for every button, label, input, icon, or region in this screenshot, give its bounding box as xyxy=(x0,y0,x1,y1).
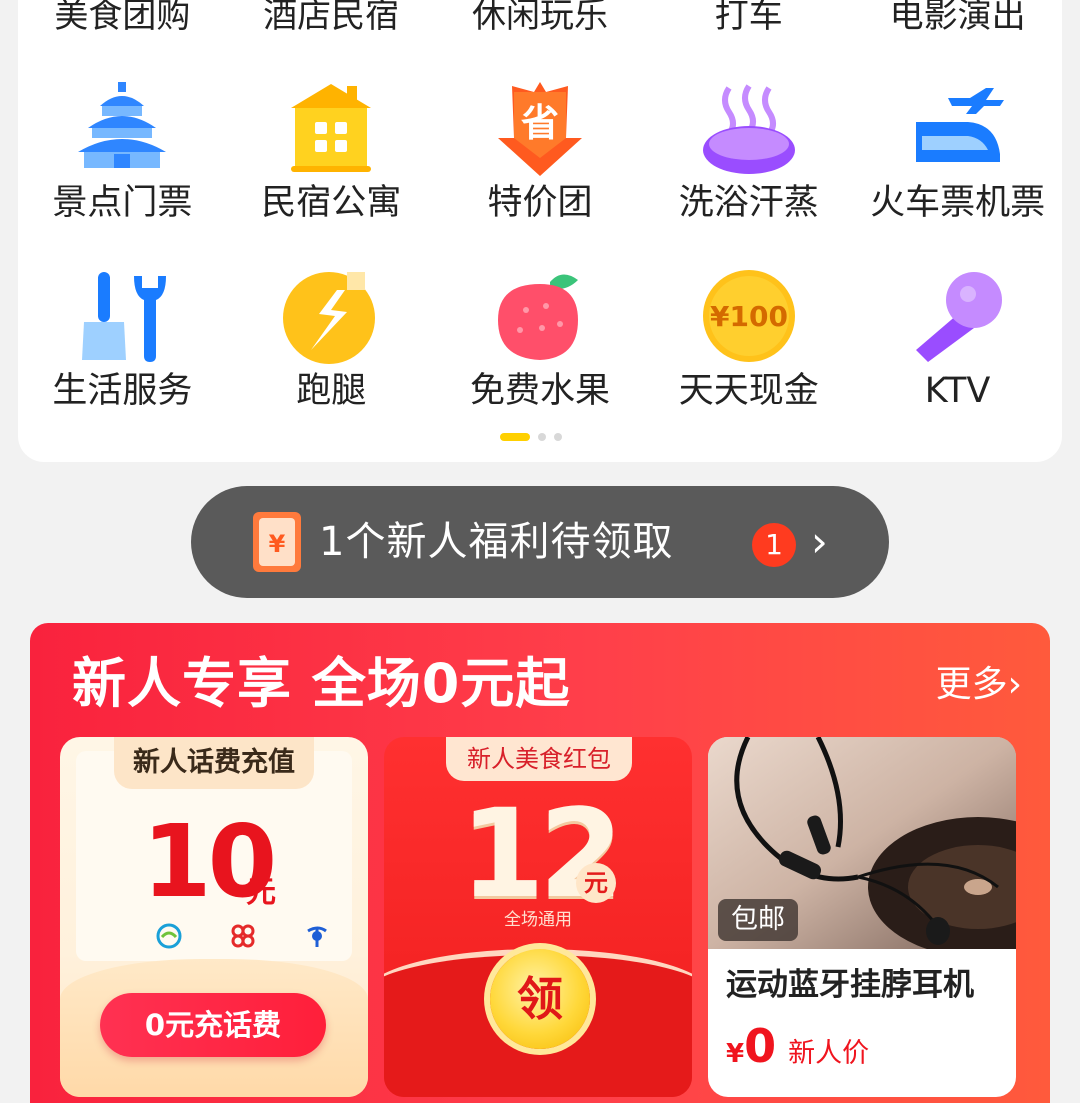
runner-icon xyxy=(283,272,376,364)
category-hotel[interactable]: 酒店民宿 xyxy=(227,0,436,42)
welfare-text: 1个新人福利待领取 xyxy=(319,519,674,565)
category-label: 特价团 xyxy=(487,183,593,223)
hot-bath-icon xyxy=(702,84,795,174)
train-plane-icon xyxy=(915,88,1004,162)
category-row-top: 美食团购 酒店民宿 休闲玩乐 打车 电影演出 xyxy=(18,0,1062,42)
product-name: 运动蓝牙挂脖耳机 xyxy=(726,967,974,1003)
category-leisure[interactable]: 休闲玩乐 xyxy=(436,0,645,42)
cash-coin-icon: ¥100 xyxy=(702,270,795,362)
carrier-logos xyxy=(156,923,330,949)
chevron-right-icon: › xyxy=(811,517,828,566)
microphone-icon xyxy=(915,272,1002,362)
page-dot xyxy=(538,433,546,441)
page-indicator xyxy=(500,433,562,441)
category-row-2: 生活服务 跑腿 免费水果 ¥100 天天现金 KTV xyxy=(18,266,1062,426)
category-homestay[interactable]: 民宿公寓 xyxy=(227,78,436,238)
china-unicom-icon xyxy=(231,924,255,948)
price-tag: 新人价 xyxy=(788,1038,870,1069)
broom-wrench-icon xyxy=(82,272,167,362)
phone-card-tab: 新人话费充值 xyxy=(114,737,314,789)
category-label: 天天现金 xyxy=(678,371,819,411)
category-label: 免费水果 xyxy=(469,371,610,411)
category-food-group[interactable]: 美食团购 xyxy=(18,0,227,42)
page-dot xyxy=(554,433,562,441)
save-tag-icon: 省 xyxy=(497,82,582,176)
food-red-packet-card[interactable]: 新人美食红包 12 元 全场通用 领 xyxy=(384,737,692,1097)
category-label: 民宿公寓 xyxy=(261,183,402,223)
product-card[interactable]: 包邮 运动蓝牙挂脖耳机 ¥0 新人价 xyxy=(708,737,1016,1097)
category-bath-sauna[interactable]: 洗浴汗蒸 xyxy=(644,78,853,238)
newcomer-welfare-bar[interactable]: ¥ 1个新人福利待领取 1 › xyxy=(191,486,889,598)
recharge-button[interactable]: 0元充话费 xyxy=(100,993,326,1057)
category-free-fruit[interactable]: 免费水果 xyxy=(436,266,645,426)
category-row-1: 景点门票 民宿公寓 省 特价团 洗浴汗蒸 火车票机票 xyxy=(18,78,1062,238)
price-value: 0 xyxy=(744,1019,777,1073)
claim-coin-button[interactable]: 领 xyxy=(490,949,590,1049)
price-currency: ¥ xyxy=(726,1039,745,1069)
welfare-count-badge: 1 xyxy=(752,523,796,567)
page-dot-active xyxy=(500,433,530,441)
svg-text:¥: ¥ xyxy=(269,530,286,558)
category-life-service[interactable]: 生活服务 xyxy=(18,266,227,426)
category-special-deal[interactable]: 省 特价团 xyxy=(436,78,645,238)
temple-icon xyxy=(78,82,167,168)
free-shipping-badge: 包邮 xyxy=(718,899,798,941)
category-train-flight[interactable]: 火车票机票 xyxy=(853,78,1062,238)
strawberry-icon xyxy=(497,274,578,360)
food-card-tab: 新人美食红包 xyxy=(446,737,632,781)
food-card-subtitle: 全场通用 xyxy=(504,910,572,930)
category-label: 跑腿 xyxy=(296,371,367,411)
category-daily-cash[interactable]: ¥100 天天现金 xyxy=(644,266,853,426)
svg-text:省: 省 xyxy=(521,101,559,145)
category-label: 景点门票 xyxy=(52,183,193,223)
phone-recharge-card[interactable]: 新人话费充值 10 元 0元充话费 xyxy=(60,737,368,1097)
food-card-unit: 元 xyxy=(576,863,616,903)
category-label: 火车票机票 xyxy=(870,183,1046,223)
category-label: 生活服务 xyxy=(52,371,193,411)
building-icon xyxy=(291,84,372,172)
category-label: KTV xyxy=(924,371,991,411)
category-taxi[interactable]: 打车 xyxy=(644,0,853,42)
category-errand[interactable]: 跑腿 xyxy=(227,266,436,426)
category-label: 洗浴汗蒸 xyxy=(678,183,819,223)
category-ktv[interactable]: KTV xyxy=(853,266,1062,426)
svg-text:¥100: ¥100 xyxy=(710,300,788,333)
newcomer-promo-section: 新人专享 全场0元起 更多› 新人话费充值 10 元 0元充话费 新人美食红包 … xyxy=(30,623,1050,1103)
coupon-icon: ¥ xyxy=(253,512,301,572)
china-telecom-icon xyxy=(307,926,327,947)
product-price: ¥0 新人价 xyxy=(726,1019,869,1084)
promo-title: 新人专享 全场0元起 xyxy=(72,652,571,715)
china-mobile-icon xyxy=(156,923,182,949)
promo-more-link[interactable]: 更多› xyxy=(936,661,1022,709)
category-scenic-tickets[interactable]: 景点门票 xyxy=(18,78,227,238)
phone-card-unit: 元 xyxy=(246,875,276,910)
category-movie[interactable]: 电影演出 xyxy=(853,0,1062,42)
